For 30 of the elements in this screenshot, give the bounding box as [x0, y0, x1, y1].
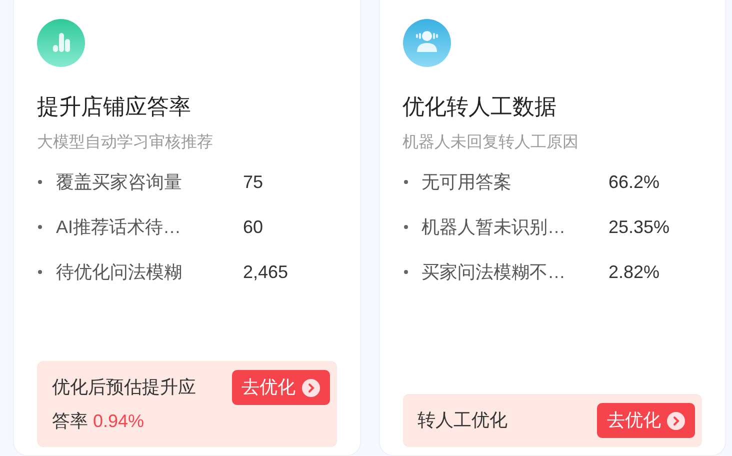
chevron-right-icon — [302, 378, 320, 396]
footer-text: 转人工优化 — [418, 409, 508, 432]
card-title: 提升店铺应答率 — [37, 93, 192, 121]
bullet-icon — [404, 270, 408, 274]
bullet-icon — [38, 270, 42, 274]
metric-label: AI推荐话术待… — [56, 216, 182, 238]
optimize-button[interactable]: 去优化 — [597, 403, 695, 438]
metric-label: 待优化问法模糊 — [56, 260, 183, 284]
bullet-icon — [38, 180, 42, 184]
metric-value: 60 — [243, 216, 264, 238]
metric-value: 2,465 — [243, 260, 288, 284]
metric-label: 覆盖买家咨询量 — [56, 170, 183, 194]
bar-chart-icon — [37, 19, 85, 67]
bullet-icon — [404, 225, 408, 229]
metric-label: 机器人暂未识别… — [422, 216, 566, 238]
metric-value: 2.82% — [608, 260, 660, 284]
metric-value: 25.35% — [608, 216, 670, 238]
metric-label: 无可用答案 — [422, 170, 512, 194]
card-title: 优化转人工数据 — [402, 93, 558, 121]
metric-label: 买家问法模糊不… — [422, 260, 566, 284]
chevron-right-icon — [667, 412, 685, 430]
metric-value: 75 — [243, 170, 264, 194]
footer-text: 优化后预估提升应答率 0.94% — [52, 376, 197, 433]
card-subtitle: 大模型自动学习审核推荐 — [37, 133, 214, 153]
bullet-icon — [404, 180, 408, 184]
metric-value: 66.2% — [608, 170, 660, 194]
optimize-button[interactable]: 去优化 — [232, 370, 330, 405]
person-icon — [402, 19, 450, 67]
bullet-icon — [38, 225, 42, 229]
card-subtitle: 机器人未回复转人工原因 — [402, 133, 580, 153]
